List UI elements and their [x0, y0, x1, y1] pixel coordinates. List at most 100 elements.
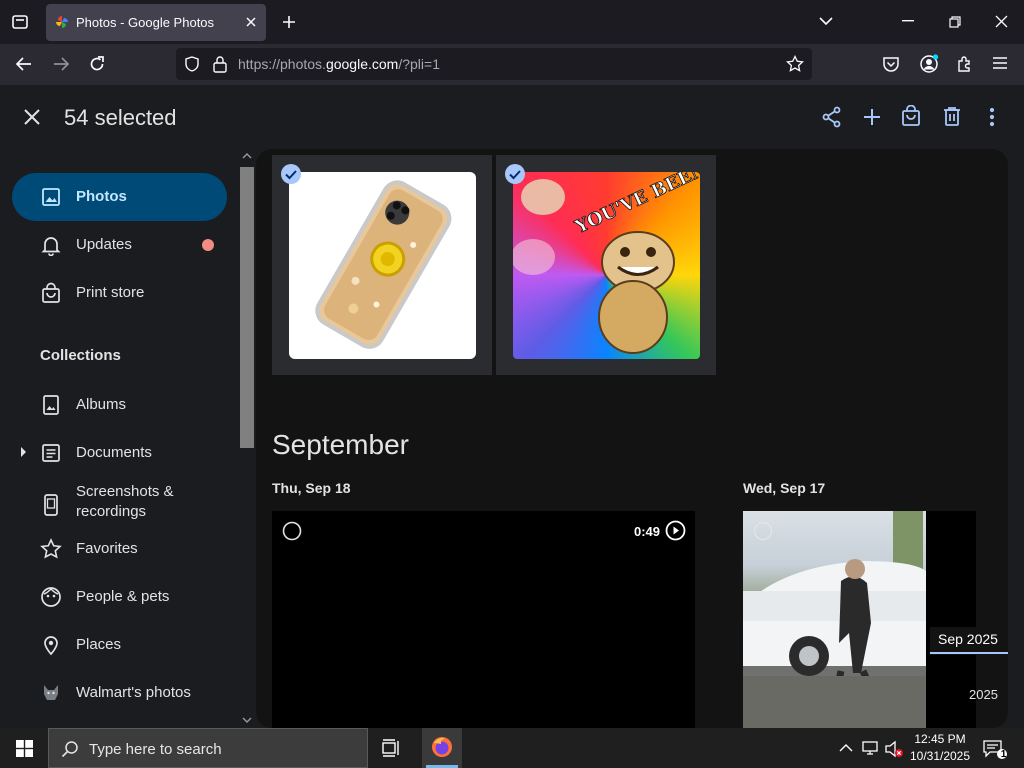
back-icon[interactable]: [15, 56, 33, 72]
sidebar-item-label: Albums: [76, 396, 127, 413]
unread-dot: [202, 239, 214, 251]
meme-caption: YOU'VE BEEN TROLLED!!!: [571, 172, 700, 238]
sidebar-item-updates[interactable]: Updates: [12, 221, 227, 269]
list-all-tabs-icon[interactable]: [818, 15, 834, 27]
show-hidden-icons-chevron-icon[interactable]: [839, 743, 853, 753]
parking-lot-photo: [743, 511, 926, 728]
sidebar-item-label: Photos: [76, 188, 127, 205]
shopping-bag-icon: [40, 282, 62, 304]
taskbar-firefox-button[interactable]: [422, 728, 462, 768]
network-icon[interactable]: [862, 740, 880, 756]
pocket-icon[interactable]: [882, 56, 900, 73]
task-view-icon[interactable]: [382, 739, 402, 757]
sidebar-item-documents[interactable]: Documents: [12, 429, 227, 477]
browser-tab-strip: Photos - Google Photos: [0, 0, 1024, 44]
album-icon: [40, 394, 62, 416]
date-heading-sep17: Wed, Sep 17: [743, 480, 826, 496]
more-options-icon[interactable]: [989, 107, 995, 127]
forward-icon[interactable]: [52, 56, 70, 72]
sidebar-item-label: Walmart's photos: [76, 684, 191, 701]
troll-meme-image: YOU'VE BEEN TROLLED!!!: [513, 172, 700, 359]
search-icon: [61, 740, 79, 758]
date-heading-sep18: Thu, Sep 18: [272, 480, 351, 496]
collections-heading: Collections: [40, 347, 121, 364]
taskbar-search-box[interactable]: Type here to search: [48, 728, 368, 768]
scrubber-indicator: [930, 652, 1008, 654]
account-icon[interactable]: [919, 54, 939, 74]
selected-check-icon[interactable]: [504, 163, 526, 185]
location-pin-icon: [40, 634, 62, 656]
new-tab-icon[interactable]: [281, 14, 297, 30]
scrollbar-thumb[interactable]: [240, 167, 254, 448]
sidebar-item-label: People & pets: [76, 588, 170, 605]
menu-hamburger-icon[interactable]: [993, 57, 1007, 69]
sidebar-scrollbar[interactable]: [238, 151, 256, 723]
clock-date[interactable]: 10/31/2025: [908, 749, 972, 763]
face-icon: [40, 586, 62, 608]
share-icon[interactable]: [821, 106, 843, 128]
windows-taskbar: Type here to search 12:45 PM 10/31/2025 …: [0, 728, 1024, 768]
sidebar-item-people-pets[interactable]: People & pets: [12, 573, 227, 621]
sidebar-item-label: Print store: [76, 284, 145, 301]
restore-icon[interactable]: [949, 16, 961, 28]
photo-tile-troll-meme[interactable]: YOU'VE BEEN TROLLED!!!: [496, 155, 716, 375]
star-icon: [40, 538, 62, 560]
sidebar-item-label: recordings: [76, 503, 147, 520]
expand-arrow-icon[interactable]: [20, 447, 27, 457]
address-bar[interactable]: https://photos.google.com/?pli=1: [176, 48, 812, 80]
select-circle-icon[interactable]: [282, 521, 302, 541]
lock-icon[interactable]: [212, 55, 228, 73]
sidebar-item-print-store[interactable]: Print store: [12, 269, 227, 317]
sidebar-item-label: Updates: [76, 236, 132, 253]
phone-screenshot-icon: [40, 494, 62, 516]
sidebar-item-favorites[interactable]: Favorites: [12, 525, 227, 573]
firefox-icon: [431, 736, 453, 758]
google-photos-app: 54 selected Photos Updates Print store C…: [0, 85, 1024, 728]
sidebar-item-albums[interactable]: Albums: [12, 381, 227, 429]
sidebar-item-label: Places: [76, 636, 122, 653]
bell-icon: [40, 234, 62, 256]
document-icon: [40, 442, 62, 464]
tab-title: Photos - Google Photos: [76, 15, 215, 30]
tab-list-icon[interactable]: [10, 12, 30, 32]
minimize-icon[interactable]: [902, 20, 916, 22]
add-to-icon[interactable]: [862, 107, 882, 127]
browser-tab-photos[interactable]: Photos - Google Photos: [46, 4, 266, 41]
reload-icon[interactable]: [88, 55, 106, 73]
selected-check-icon[interactable]: [280, 163, 302, 185]
close-window-icon[interactable]: [995, 15, 1008, 28]
windows-start-icon[interactable]: [16, 740, 33, 757]
scroll-down-arrow-icon[interactable]: [242, 717, 252, 723]
play-icon: [665, 520, 686, 541]
volume-muted-icon[interactable]: [884, 740, 904, 758]
sidebar-item-label: Favorites: [76, 540, 138, 557]
clock-time[interactable]: 12:45 PM: [914, 732, 966, 746]
notification-count-badge: 1: [1000, 749, 1007, 760]
photo-grid: YOU'VE BEEN TROLLED!!! September Thu, Se…: [256, 149, 1008, 728]
sidebar-item-walmart-photos[interactable]: Walmart's photos: [12, 669, 227, 717]
url-text[interactable]: https://photos.google.com/?pli=1: [238, 56, 440, 72]
scrubber-year: 2025: [969, 687, 998, 702]
shield-icon[interactable]: [184, 56, 200, 72]
search-placeholder: Type here to search: [89, 741, 222, 758]
photo-tile-sep17[interactable]: [743, 511, 976, 728]
sidebar-item-photos[interactable]: Photos: [12, 173, 227, 221]
extensions-icon[interactable]: [956, 55, 974, 73]
photo-icon: [40, 186, 62, 208]
close-tab-icon[interactable]: [244, 15, 258, 29]
scrubber-month: Sep 2025: [938, 631, 998, 647]
select-circle-icon[interactable]: [753, 521, 773, 541]
sidebar-item-label: Screenshots &: [76, 483, 174, 500]
photo-tile-phone-case[interactable]: [272, 155, 492, 375]
order-photo-bag-icon[interactable]: [901, 105, 921, 127]
video-tile-sep18[interactable]: 0:49: [272, 511, 695, 728]
scroll-up-arrow-icon[interactable]: [242, 153, 252, 159]
delete-trash-icon[interactable]: [943, 106, 961, 126]
bookmark-star-icon[interactable]: [786, 55, 804, 73]
sidebar-item-places[interactable]: Places: [12, 621, 227, 669]
selected-count: 54 selected: [64, 105, 177, 130]
google-photos-favicon: [55, 15, 69, 29]
timeline-scrubber-label[interactable]: Sep 2025: [930, 627, 1008, 655]
video-duration: 0:49: [634, 524, 661, 539]
clear-selection-close-icon[interactable]: [24, 109, 40, 125]
